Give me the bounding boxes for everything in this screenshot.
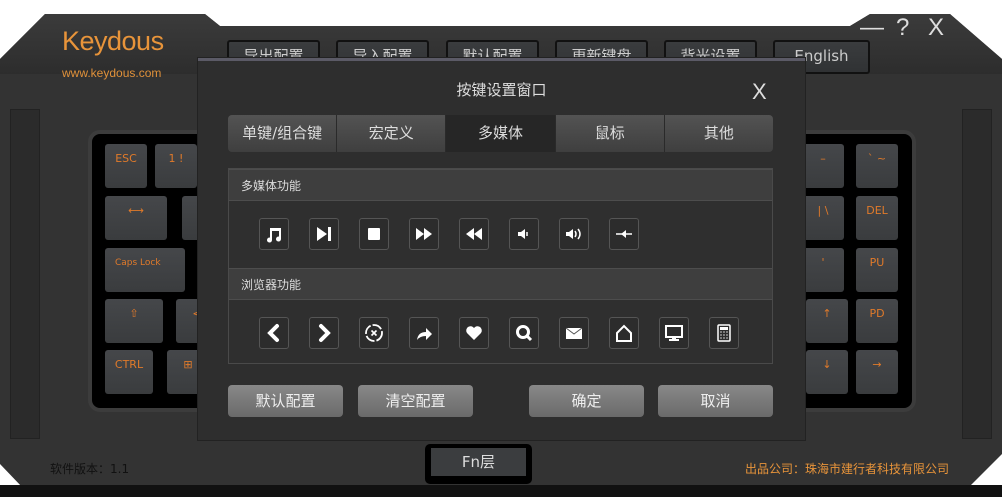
tab-multimedia[interactable]: 多媒体 <box>446 115 556 152</box>
mute-icon <box>616 230 632 238</box>
back-button[interactable] <box>259 317 289 349</box>
bottom-bar <box>0 485 1002 497</box>
key-pgup[interactable]: PU <box>856 248 898 292</box>
search-icon <box>516 325 533 342</box>
key-up[interactable]: ↑ <box>806 299 848 343</box>
key-settings-dialog: 按键设置窗口 X 单键/组合键 宏定义 多媒体 鼠标 其他 多媒体功能 浏览器功… <box>198 58 805 440</box>
fast-forward-icon <box>416 228 432 240</box>
key-tab[interactable]: ⟷ <box>105 196 167 240</box>
logo: Keydous <box>62 26 164 56</box>
key-down[interactable]: ↓ <box>806 350 848 394</box>
multimedia-icon-row <box>259 218 639 250</box>
key-caps-lock[interactable]: Caps Lock <box>105 248 185 292</box>
fast-forward-button[interactable] <box>409 218 439 250</box>
mail-button[interactable] <box>559 317 589 349</box>
website-link[interactable]: www.keydous.com <box>62 66 161 80</box>
rewind-icon <box>466 228 482 240</box>
volume-down-button[interactable] <box>509 218 539 250</box>
browser-icon-row <box>259 317 739 349</box>
search-button[interactable] <box>509 317 539 349</box>
play-next-icon <box>317 227 331 241</box>
key-esc[interactable]: ESC <box>105 144 147 188</box>
play-next-button[interactable] <box>309 218 339 250</box>
stop-button[interactable] <box>359 218 389 250</box>
clear-config-button[interactable]: 清空配置 <box>358 385 473 417</box>
music-button[interactable] <box>259 218 289 250</box>
side-panel-left <box>10 109 40 439</box>
key-right[interactable]: → <box>856 350 898 394</box>
volume-up-icon <box>566 228 581 240</box>
rewind-button[interactable] <box>459 218 489 250</box>
tab-bar: 单键/组合键 宏定义 多媒体 鼠标 其他 <box>228 115 773 152</box>
my-computer-button[interactable] <box>659 317 689 349</box>
key-quote[interactable]: ' <box>802 248 844 292</box>
ok-button[interactable]: 确定 <box>529 385 644 417</box>
company-text: 出品公司：珠海市建行者科技有限公司 <box>745 462 950 476</box>
key-pgdn[interactable]: PD <box>856 299 898 343</box>
stop-page-button[interactable] <box>359 317 389 349</box>
fn-layer-label: Fn层 <box>431 448 526 476</box>
volume-up-button[interactable] <box>559 218 589 250</box>
cancel-button[interactable]: 取消 <box>658 385 773 417</box>
calculator-button[interactable] <box>709 317 739 349</box>
key-backslash[interactable]: | \ <box>802 196 844 240</box>
tab-single-combo-key[interactable]: 单键/组合键 <box>228 115 338 152</box>
browser-section-title: 浏览器功能 <box>229 268 772 300</box>
stop-page-icon <box>365 324 383 342</box>
key-tilde[interactable]: ` ~ <box>856 144 898 188</box>
mute-button[interactable] <box>609 218 639 250</box>
volume-down-icon <box>518 229 528 239</box>
tab-mouse[interactable]: 鼠标 <box>555 115 665 152</box>
key-shift[interactable]: ⇧ <box>105 299 163 343</box>
favorites-icon <box>466 326 482 340</box>
forward-button[interactable] <box>309 317 339 349</box>
home-button[interactable] <box>609 317 639 349</box>
help-button[interactable]: ? <box>896 14 909 42</box>
dialog-close-button[interactable]: X <box>752 79 767 105</box>
stop-icon <box>368 228 380 240</box>
side-panel-right <box>962 109 992 439</box>
back-icon <box>267 324 279 342</box>
key-ctrl[interactable]: CTRL <box>105 350 153 394</box>
restore-default-button[interactable]: 默认配置 <box>228 385 343 417</box>
tab-other[interactable]: 其他 <box>664 115 773 152</box>
close-button[interactable]: X <box>928 14 944 42</box>
fn-layer-button[interactable]: Fn层 <box>425 444 532 484</box>
key-1[interactable]: 1 ! <box>155 144 197 188</box>
minimize-button[interactable]: — <box>860 14 884 42</box>
refresh-button[interactable] <box>409 317 439 349</box>
my-computer-icon <box>665 325 683 341</box>
forward-icon <box>319 324 331 342</box>
multimedia-section-title: 多媒体功能 <box>229 169 772 201</box>
key-del[interactable]: DEL <box>856 196 898 240</box>
calculator-icon <box>717 324 731 342</box>
dialog-title: 按键设置窗口 <box>456 81 547 99</box>
refresh-icon <box>417 328 432 340</box>
tab-macro[interactable]: 宏定义 <box>337 115 447 152</box>
favorites-button[interactable] <box>459 317 489 349</box>
mail-icon <box>565 327 583 339</box>
function-panel: 多媒体功能 浏览器功能 <box>228 168 773 364</box>
version-text: 软件版本：1.1 <box>50 462 130 476</box>
music-icon <box>267 228 282 243</box>
home-icon <box>616 324 632 342</box>
key-minus[interactable]: – <box>802 144 844 188</box>
